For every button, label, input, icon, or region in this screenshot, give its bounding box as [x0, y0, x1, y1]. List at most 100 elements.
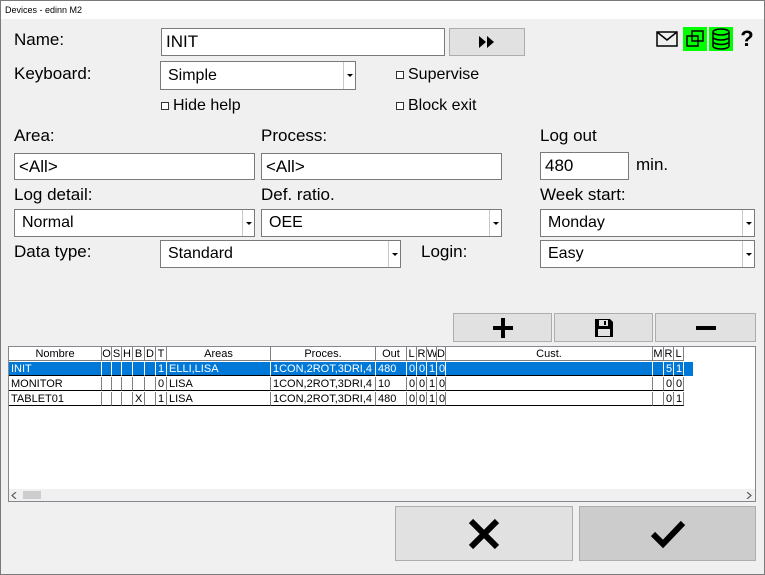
table-cell-r: 0 — [417, 377, 427, 391]
chevron-down-icon — [489, 210, 501, 236]
table-cell-w: 1 — [427, 392, 437, 406]
scrollbar-thumb[interactable] — [23, 491, 41, 499]
table-cell-out: 10 — [376, 377, 407, 391]
database-icon — [712, 28, 730, 50]
area-label: Area: — [14, 126, 55, 145]
table-cell-areas: LISA — [167, 392, 271, 406]
table-cell-d — [145, 362, 156, 376]
checkmark-icon — [650, 520, 685, 548]
def-ratio-label: Def. ratio. — [261, 185, 335, 204]
table-row[interactable]: TABLET01 X 1 LISA 1CON,2ROT,3DRI,4 480 0 0 1 0 0 1 — [9, 392, 693, 406]
table-cell-t: 0 — [156, 377, 167, 391]
login-select[interactable]: Easy — [540, 240, 755, 268]
table-cell-d2: 0 — [437, 392, 446, 406]
table-cell-nombre: INIT — [9, 362, 102, 376]
scroll-right-icon[interactable] — [746, 492, 752, 499]
table-header-w: W — [427, 347, 437, 361]
table-cell-o — [102, 377, 112, 391]
table-cell-nombre: MONITOR — [9, 377, 102, 391]
name-input[interactable]: INIT — [161, 28, 445, 56]
checkbox-box — [161, 102, 169, 110]
table-cell-d — [145, 377, 156, 391]
windows-button[interactable] — [683, 27, 707, 51]
chevron-down-icon — [742, 210, 754, 236]
table-header-proces: Proces. — [271, 347, 376, 361]
horizontal-scrollbar[interactable] — [9, 489, 755, 501]
keyboard-select-value: Simple — [168, 66, 217, 84]
table-cell-out: 480 — [376, 392, 407, 406]
process-label: Process: — [261, 126, 328, 145]
table-cell-proces: 1CON,2ROT,3DRI,4 — [271, 392, 376, 406]
table-cell-l2: 0 — [674, 377, 684, 391]
data-type-select-value: Standard — [168, 245, 233, 262]
table-header-d: D — [145, 347, 156, 361]
floppy-disk-icon — [594, 318, 613, 337]
table-row[interactable]: MONITOR 0 LISA 1CON,2ROT,3DRI,4 10 0 0 1 0 0 0 — [9, 377, 693, 391]
login-label: Login: — [421, 242, 468, 261]
block-exit-checkbox[interactable]: Block exit — [396, 97, 476, 115]
table-cell-o — [102, 362, 112, 376]
table-header-l2: L — [674, 347, 684, 361]
week-start-label: Week start: — [540, 185, 626, 204]
add-button[interactable] — [453, 313, 552, 342]
table-cell-o — [102, 392, 112, 406]
data-type-label: Data type: — [14, 242, 92, 261]
devices-window: Devices - edinn M2 Name: INIT ? Keyboard… — [0, 0, 765, 575]
table-header-s: S — [112, 347, 122, 361]
table-cell-r: 0 — [417, 392, 427, 406]
table-cell-cust — [446, 392, 653, 406]
scroll-left-icon[interactable] — [11, 492, 17, 499]
envelope-icon — [656, 31, 678, 47]
log-detail-label: Log detail: — [14, 185, 93, 204]
table-row[interactable]: INIT 1 ELLI,LISA 1CON,2ROT,3DRI,4 480 0 0 1 0 5 1 — [9, 362, 693, 376]
hide-help-label: Hide help — [173, 97, 241, 114]
next-button[interactable] — [449, 28, 525, 56]
supervise-checkbox[interactable]: Supervise — [396, 66, 479, 84]
database-button[interactable] — [709, 27, 733, 51]
table-cell-t: 1 — [156, 392, 167, 406]
keyboard-select[interactable]: Simple — [160, 61, 356, 90]
save-button[interactable] — [554, 313, 653, 342]
name-label: Name: — [14, 30, 65, 49]
table-cell-l: 0 — [407, 377, 417, 391]
table-header-o: O — [102, 347, 112, 361]
table-header-h: H — [122, 347, 133, 361]
table-header-areas: Areas — [167, 347, 271, 361]
confirm-button[interactable] — [579, 506, 756, 561]
table-cell-s — [112, 362, 122, 376]
table-cell-r2: 0 — [664, 377, 674, 391]
logout-unit: min. — [636, 155, 669, 174]
table-cell-w: 1 — [427, 377, 437, 391]
table-header-nombre: Nombre — [9, 347, 102, 361]
help-button[interactable]: ? — [735, 26, 759, 51]
table-cell-w: 1 — [427, 362, 437, 376]
table-header-r2: R — [664, 347, 674, 361]
logout-label: Log out — [540, 126, 597, 145]
log-detail-select[interactable]: Normal — [14, 209, 255, 237]
mail-button[interactable] — [655, 27, 679, 51]
hide-help-checkbox[interactable]: Hide help — [161, 97, 241, 115]
def-ratio-select[interactable]: OEE — [261, 209, 502, 237]
keyboard-label: Keyboard: — [14, 64, 92, 83]
remove-button[interactable] — [655, 313, 756, 342]
checkbox-box — [396, 71, 404, 79]
devices-table[interactable]: Nombre O S H B D T Areas Proces. Out L R W D Cust. M R L … — [8, 346, 756, 502]
process-input[interactable]: <All> — [261, 153, 502, 180]
table-header-d2: D — [437, 347, 446, 361]
area-input[interactable]: <All> — [14, 153, 255, 180]
cancel-button[interactable] — [395, 506, 573, 561]
table-cell-r: 0 — [417, 362, 427, 376]
stacked-windows-icon — [686, 30, 704, 47]
table-cell-cust — [446, 377, 653, 391]
table-cell-m — [653, 377, 664, 391]
table-cell-t: 1 — [156, 362, 167, 376]
logout-input[interactable]: 480 — [540, 152, 629, 180]
table-cell-l: 0 — [407, 392, 417, 406]
table-header-l: L — [407, 347, 417, 361]
table-cell-s — [112, 377, 122, 391]
data-type-select[interactable]: Standard — [160, 240, 401, 268]
fast-forward-icon — [479, 36, 494, 48]
chevron-down-icon — [388, 241, 400, 267]
table-cell-l2: 1 — [674, 362, 684, 376]
week-start-select[interactable]: Monday — [540, 209, 755, 237]
